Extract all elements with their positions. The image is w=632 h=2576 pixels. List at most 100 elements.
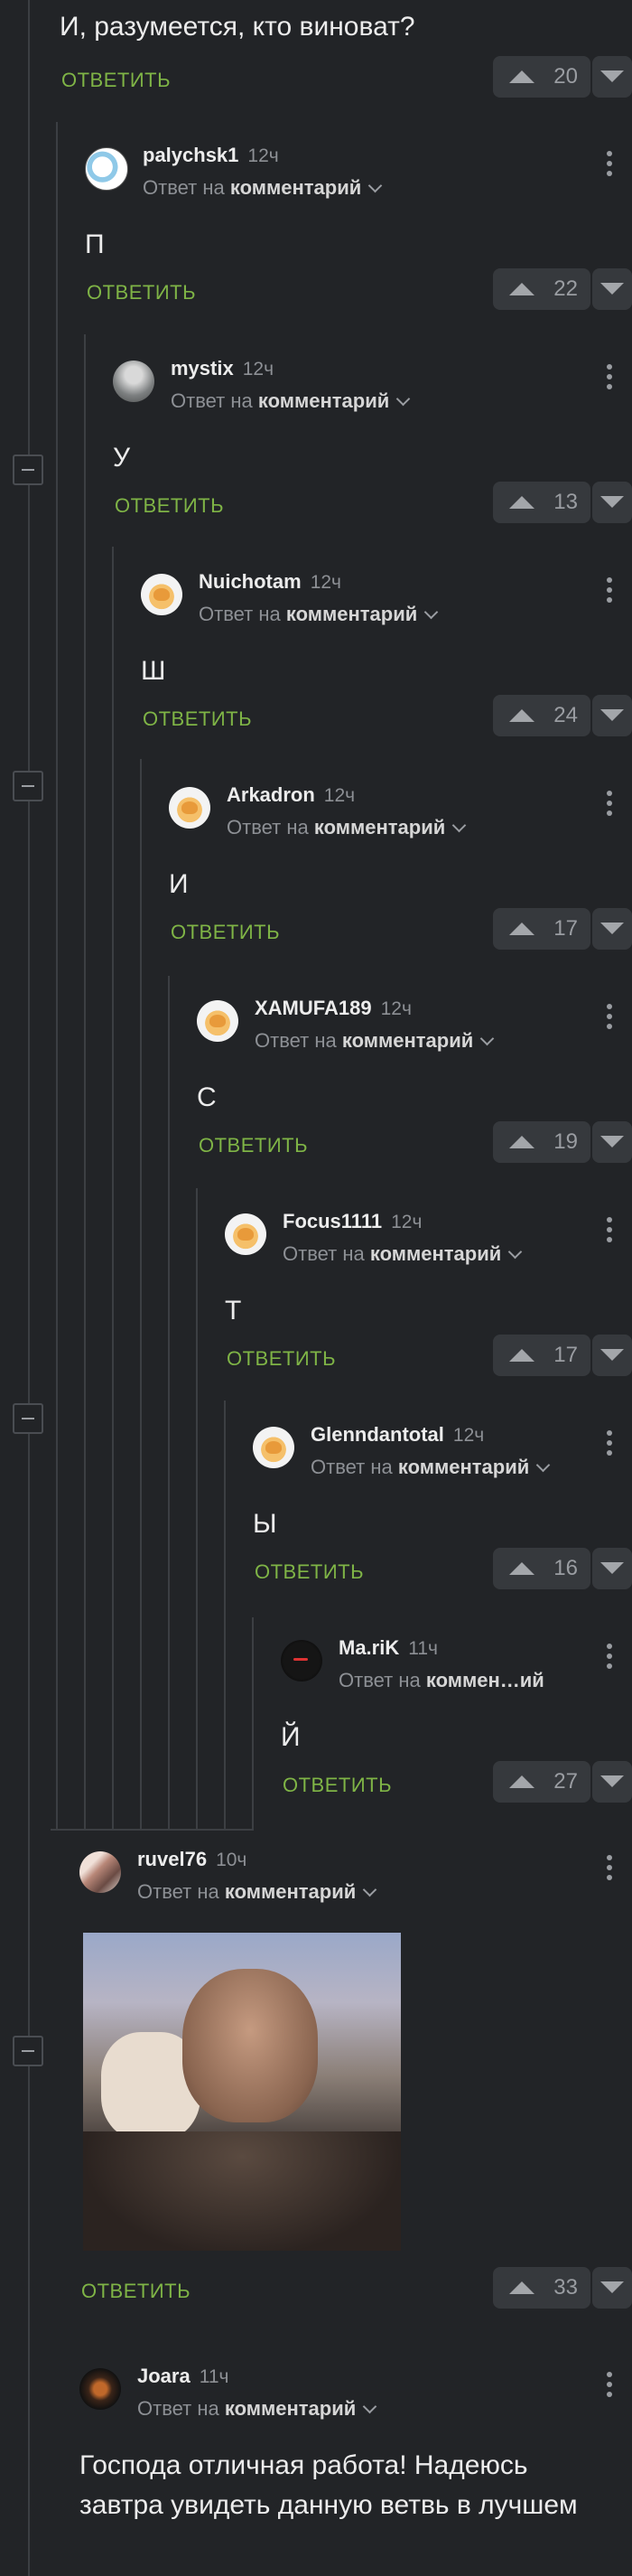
user-avatar[interactable] (113, 361, 154, 402)
reply-button[interactable]: ОТВЕТИТЬ (87, 281, 196, 304)
more-options-icon[interactable] (607, 1644, 612, 1673)
reply-to-link[interactable]: Ответ на комментарий (255, 1029, 495, 1053)
more-options-icon[interactable] (607, 364, 612, 394)
arrow-up-icon (509, 1348, 534, 1362)
reply-to-link[interactable]: Ответ на коммен…ий (339, 1669, 544, 1692)
comment-photo[interactable] (83, 1933, 401, 2251)
more-options-icon[interactable] (607, 1430, 612, 1460)
comment: Nuichotam 12ч Ответ на комментарий Ш ОТВЕ… (141, 567, 632, 744)
arrow-up-icon (509, 495, 534, 509)
username[interactable]: Nuichotam 12ч (199, 570, 341, 594)
reply-to-link[interactable]: Ответ на комментарий (227, 816, 467, 839)
more-options-icon[interactable] (607, 1855, 612, 1885)
arrow-down-icon (600, 1348, 624, 1361)
upvote-button[interactable]: 19 (493, 1120, 590, 1163)
username[interactable]: palychsk1 12ч (143, 144, 279, 167)
upvote-button[interactable]: 16 (493, 1547, 590, 1589)
username[interactable]: Focus1111 12ч (283, 1210, 422, 1233)
username[interactable]: Ma.riK 11ч (339, 1636, 438, 1660)
comment-actions: ОТВЕТИТЬ 27 (281, 1760, 632, 1810)
username[interactable]: ruvel76 10ч (137, 1848, 246, 1871)
username[interactable]: Arkadron 12ч (227, 783, 355, 807)
user-avatar[interactable] (79, 1851, 121, 1893)
thread-line (252, 1617, 254, 1830)
reply-to-link[interactable]: Ответ на комментарий (199, 603, 439, 626)
more-options-icon[interactable] (607, 1217, 612, 1247)
reply-to-link[interactable]: Ответ на комментарий (283, 1242, 523, 1266)
downvote-button[interactable] (592, 907, 632, 950)
username[interactable]: Joara 11ч (137, 2365, 228, 2388)
upvote-button[interactable]: 33 (493, 2267, 590, 2309)
upvote-button[interactable]: 27 (493, 1760, 590, 1803)
reply-to-link[interactable]: Ответ на комментарий (143, 176, 383, 200)
downvote-button[interactable] (592, 1334, 632, 1376)
reply-button[interactable]: ОТВЕТИТЬ (61, 69, 171, 92)
thread-line (56, 122, 58, 1830)
user-avatar[interactable] (197, 1000, 238, 1042)
downvote-button[interactable] (592, 1760, 632, 1803)
arrow-down-icon (600, 282, 624, 295)
reply-button[interactable]: ОТВЕТИТЬ (255, 1560, 364, 1584)
downvote-button[interactable] (592, 481, 632, 523)
reply-to-link[interactable]: Ответ на комментарий (137, 1880, 377, 1904)
downvote-button[interactable] (592, 267, 632, 310)
user-avatar[interactable] (141, 574, 182, 615)
comment: И, разумеется, кто виноват? ОТВЕТИТЬ 20 (60, 0, 632, 105)
downvote-button[interactable] (592, 694, 632, 736)
upvote-button[interactable]: 24 (493, 694, 590, 736)
reply-button[interactable]: ОТВЕТИТЬ (283, 1774, 392, 1797)
upvote-button[interactable]: 13 (493, 481, 590, 523)
more-options-icon[interactable] (607, 151, 612, 181)
arrow-down-icon (600, 2281, 624, 2293)
collapse-thread-button[interactable] (13, 2036, 43, 2066)
arrow-up-icon (509, 708, 534, 722)
chevron-down-icon (363, 1882, 377, 1897)
user-avatar[interactable] (169, 787, 210, 829)
reply-to-link[interactable]: Ответ на комментарий (137, 2397, 377, 2421)
username[interactable]: mystix 12ч (171, 357, 274, 380)
comment-text: Т (225, 1296, 242, 1325)
downvote-button[interactable] (592, 1547, 632, 1589)
downvote-button[interactable] (592, 55, 632, 98)
arrow-down-icon (600, 1775, 624, 1787)
chevron-down-icon (536, 1457, 551, 1473)
vote-count: 20 (553, 63, 578, 89)
more-options-icon[interactable] (607, 1004, 612, 1034)
reply-button[interactable]: ОТВЕТИТЬ (171, 921, 280, 944)
timestamp: 12ч (310, 572, 341, 593)
user-avatar[interactable] (253, 1427, 294, 1468)
reply-button[interactable]: ОТВЕТИТЬ (199, 1134, 308, 1157)
upvote-button[interactable]: 17 (493, 907, 590, 950)
comment: palychsk1 12ч Ответ на комментарий П ОТВЕ… (85, 140, 632, 317)
more-options-icon[interactable] (607, 2372, 612, 2402)
collapse-thread-button[interactable] (13, 771, 43, 801)
upvote-button[interactable]: 22 (493, 267, 590, 310)
reply-button[interactable]: ОТВЕТИТЬ (81, 2280, 191, 2303)
reply-button[interactable]: ОТВЕТИТЬ (143, 707, 252, 731)
comment-actions: ОТВЕТИТЬ 20 (60, 55, 632, 105)
timestamp: 10ч (216, 1850, 247, 1870)
user-avatar[interactable] (85, 147, 128, 191)
collapse-thread-button[interactable] (13, 454, 43, 485)
comment-header: Arkadron 12ч Ответ на комментарий (169, 780, 632, 852)
upvote-button[interactable]: 17 (493, 1334, 590, 1376)
user-avatar[interactable] (79, 2368, 121, 2410)
reply-to-link[interactable]: Ответ на комментарий (311, 1456, 551, 1479)
reply-to-link[interactable]: Ответ на комментарий (171, 389, 411, 413)
comment-actions: ОТВЕТИТЬ 24 (141, 694, 632, 744)
collapse-thread-button[interactable] (13, 1403, 43, 1434)
more-options-icon[interactable] (607, 791, 612, 820)
user-avatar[interactable] (225, 1213, 266, 1255)
username[interactable]: XAMUFA189 12ч (255, 997, 412, 1020)
reply-button[interactable]: ОТВЕТИТЬ (115, 494, 224, 518)
chevron-down-icon (452, 818, 467, 833)
username[interactable]: Glenndantotal 12ч (311, 1423, 484, 1447)
user-avatar[interactable] (281, 1640, 322, 1681)
reply-button[interactable]: ОТВЕТИТЬ (227, 1347, 336, 1371)
downvote-button[interactable] (592, 1120, 632, 1163)
more-options-icon[interactable] (607, 577, 612, 607)
upvote-button[interactable]: 20 (493, 55, 590, 98)
arrow-down-icon (600, 1135, 624, 1147)
downvote-button[interactable] (592, 2267, 632, 2309)
vote-count: 33 (553, 2275, 578, 2300)
